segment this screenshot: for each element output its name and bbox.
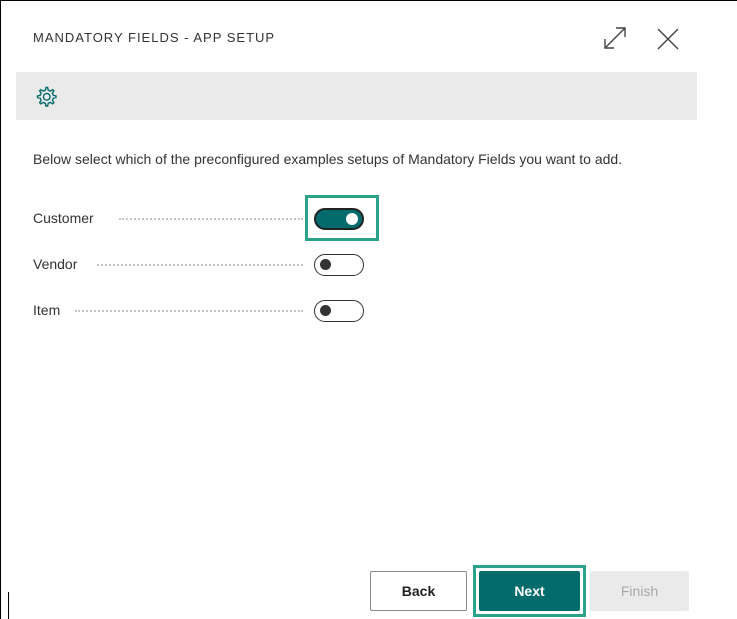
expand-icon[interactable] (602, 25, 628, 51)
window-border-left (0, 0, 1, 619)
toggle-knob (320, 305, 331, 316)
field-leader-dots (97, 264, 303, 266)
back-button[interactable]: Back (370, 571, 467, 611)
field-label-item: Item (33, 302, 61, 318)
field-label-vendor: Vendor (33, 256, 78, 272)
action-bar (16, 72, 697, 120)
field-item: Item (33, 300, 373, 322)
field-vendor: Vendor (33, 254, 373, 276)
window-border-top (0, 0, 737, 1)
instructions-text: Below select which of the preconfigured … (33, 151, 623, 167)
field-leader-dots (75, 310, 303, 312)
toggle-knob (320, 259, 331, 270)
window-border-corner (712, 0, 737, 1)
dialog-title: MANDATORY FIELDS - APP SETUP (33, 30, 276, 45)
highlight-customer-toggle (305, 195, 379, 241)
toggle-item[interactable] (314, 300, 364, 322)
gear-icon[interactable] (34, 85, 58, 109)
finish-button[interactable]: Finish (590, 571, 689, 611)
window-border-bottom-left (8, 592, 9, 619)
highlight-next-button (473, 565, 586, 617)
toggle-vendor[interactable] (314, 254, 364, 276)
field-leader-dots (119, 218, 303, 220)
field-label-customer: Customer (33, 210, 94, 226)
close-icon[interactable] (656, 27, 680, 51)
